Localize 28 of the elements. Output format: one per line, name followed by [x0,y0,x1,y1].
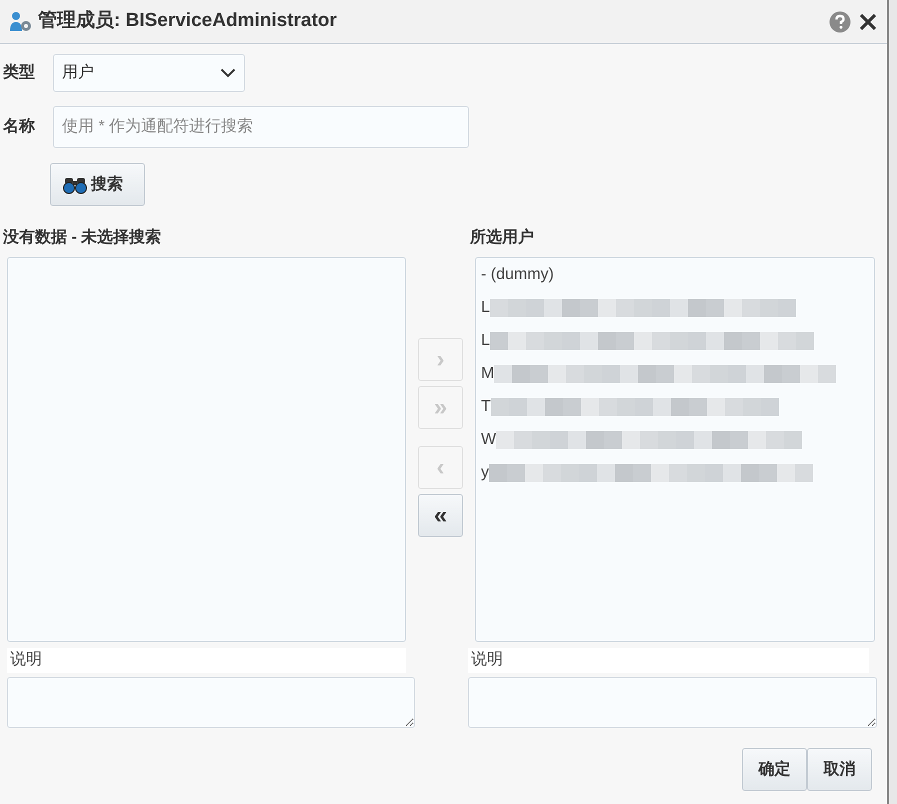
help-icon[interactable] [829,10,851,32]
dialog-button[interactable]: 确定 [742,748,807,791]
name-search-field[interactable]: 使用 * 作为通配符进行搜索 [53,106,469,148]
dialog-button[interactable]: 取消 [807,748,872,791]
description-label: 说明 [468,648,869,673]
type-dropdown[interactable]: 用户 [53,54,245,92]
type-label: 类型 [2,62,36,83]
selected-list[interactable]: - (dummy) L L M T W y [475,257,875,642]
user-name: - (dummy) [481,264,554,284]
user-admin-icon [10,10,32,32]
user-name: M [481,364,494,384]
description-field[interactable] [468,677,877,728]
available-list[interactable] [7,257,406,642]
name-label: 名称 [2,116,36,137]
user-name: L [481,330,490,350]
user-name: y [481,462,489,482]
description-field[interactable] [7,677,415,728]
user-name: T [481,396,491,416]
dialog-title: 管理成员: BIServiceAdministrator [38,9,337,34]
user-name: W [481,430,496,450]
transfer-button[interactable]: « [418,494,463,537]
chevron-down-icon [220,68,236,78]
description-label: 说明 [7,648,406,673]
search-button[interactable]: 搜索 [50,163,145,206]
user-name: L [481,298,490,318]
available-heading: 没有数据 - 未选择搜索 [3,227,162,248]
close-icon[interactable] [859,12,877,30]
selected-heading: 所选用户 [470,227,535,248]
